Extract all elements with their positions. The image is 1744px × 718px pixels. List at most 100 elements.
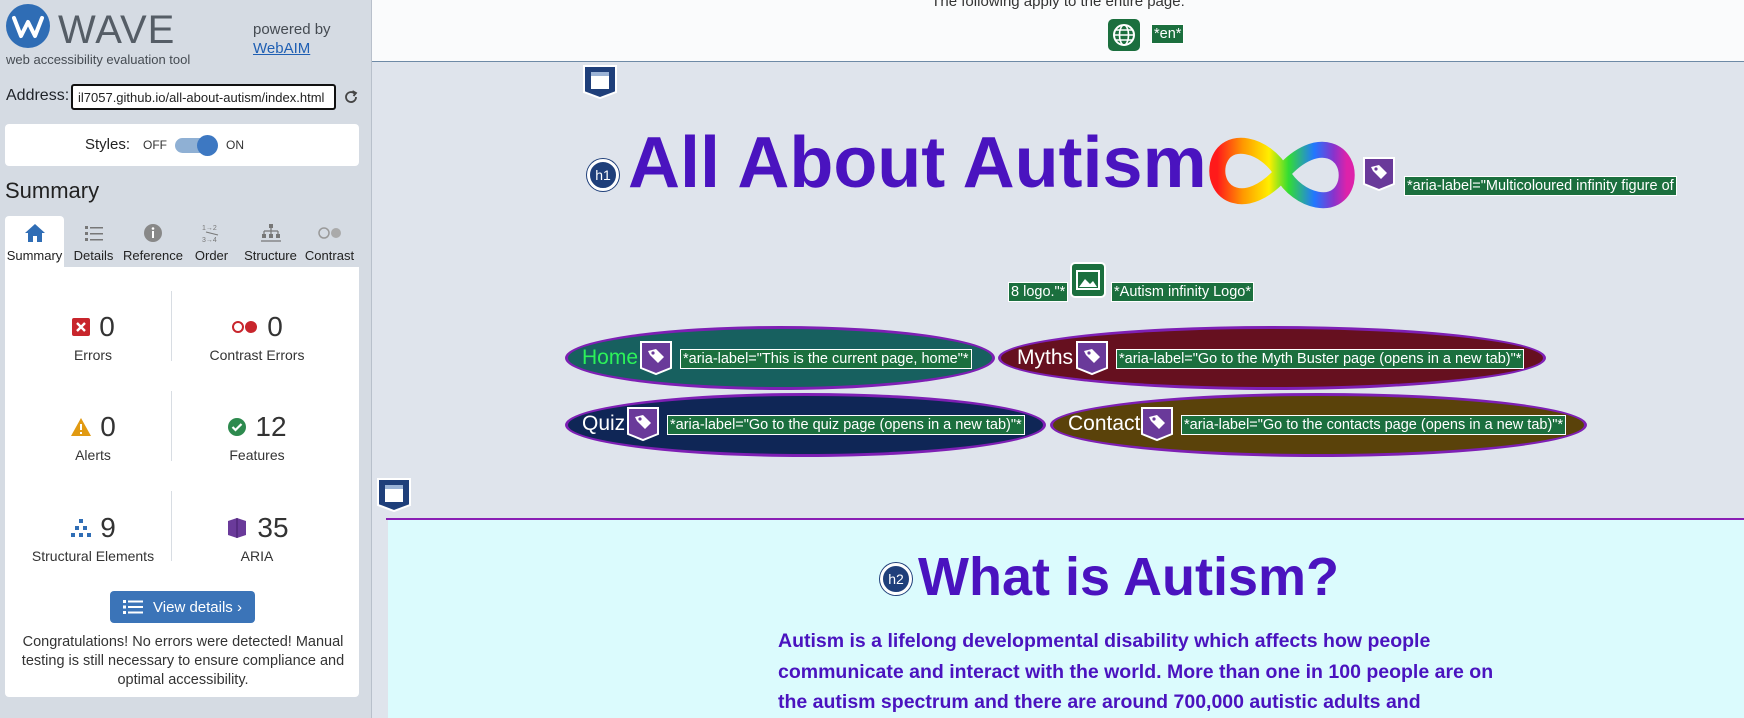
nav-quiz-aria: *aria-label="Go to the quiz page (opens … bbox=[667, 415, 1025, 435]
errors-label: Errors bbox=[73, 347, 113, 363]
svg-text:1→2: 1→2 bbox=[202, 225, 217, 232]
order-icon: 1→2 3→4 bbox=[202, 225, 219, 244]
home-icon bbox=[25, 224, 45, 242]
info-icon bbox=[144, 224, 162, 242]
nav-contact-label[interactable]: Contact bbox=[1068, 412, 1140, 436]
stat-errors[interactable]: 0 Errors bbox=[13, 309, 173, 363]
features-count: 12 bbox=[255, 411, 287, 442]
nav-quiz-label[interactable]: Quiz bbox=[582, 412, 625, 436]
header-region-icon[interactable] bbox=[582, 64, 618, 100]
address-bar: Address: il7057.github.io/all-about-auti… bbox=[6, 84, 366, 110]
nav-home-label[interactable]: Home bbox=[582, 346, 638, 370]
aria-tag-icon[interactable] bbox=[1140, 406, 1174, 442]
styles-toggle-card: Styles: OFF ON bbox=[5, 124, 359, 166]
view-details-label: View details › bbox=[153, 598, 242, 616]
features-label: Features bbox=[229, 447, 285, 463]
powered-by: powered by WebAIM bbox=[253, 20, 331, 58]
wave-tabs: Summary Details Reference 1→2 3→4 Order … bbox=[5, 216, 359, 267]
nav-contact-aria: *aria-label="Go to the contacts page (op… bbox=[1181, 415, 1567, 435]
evaluated-page: The following apply to the entire page: … bbox=[372, 0, 1744, 718]
styles-label: Styles: bbox=[85, 136, 131, 153]
styles-off-label: OFF bbox=[143, 138, 167, 152]
tab-contrast[interactable]: Contrast bbox=[300, 216, 359, 267]
tab-label: Order bbox=[194, 248, 229, 263]
tab-label: Structure bbox=[244, 248, 297, 263]
h1-badge[interactable]: h1 bbox=[587, 159, 619, 191]
svg-text:3→4: 3→4 bbox=[202, 237, 217, 244]
tab-structure[interactable]: Structure bbox=[241, 216, 300, 267]
wave-logo-icon bbox=[6, 4, 50, 48]
webaim-link[interactable]: WebAIM bbox=[253, 39, 331, 58]
feature-check-icon bbox=[228, 418, 247, 436]
infinity-aria-label: *aria-label="Multicoloured infinity figu… bbox=[1404, 176, 1677, 196]
stat-aria[interactable]: 35 ARIA bbox=[177, 510, 337, 564]
infinity-aria-label-cont: 8 logo."* bbox=[1008, 282, 1069, 302]
h2-badge[interactable]: h2 bbox=[880, 563, 912, 595]
tab-details[interactable]: Details bbox=[64, 216, 123, 267]
tab-label: Reference bbox=[123, 248, 183, 263]
tab-order[interactable]: 1→2 3→4 Order bbox=[182, 216, 241, 267]
tab-reference[interactable]: Reference bbox=[123, 216, 183, 267]
wave-sidebar: WAVE web accessibility evaluation tool p… bbox=[0, 0, 372, 718]
list-icon bbox=[85, 226, 103, 241]
tab-label: Summary bbox=[6, 248, 63, 263]
stat-contrast-errors[interactable]: 0 Contrast Errors bbox=[177, 309, 337, 363]
alert-icon bbox=[71, 418, 92, 436]
structure-tree-icon bbox=[71, 519, 92, 537]
aria-count: 35 bbox=[257, 512, 289, 543]
wave-app: WAVE web accessibility evaluation tool p… bbox=[0, 0, 1744, 718]
nav-myths-label[interactable]: Myths bbox=[1017, 346, 1073, 370]
contrast-error-icon bbox=[232, 321, 258, 333]
structure-icon bbox=[261, 224, 281, 242]
stat-alerts[interactable]: 0 Alerts bbox=[13, 409, 173, 463]
aria-label: ARIA bbox=[240, 548, 274, 564]
powered-by-text: powered by bbox=[253, 21, 331, 38]
contrast-errors-count: 0 bbox=[267, 311, 283, 342]
congrats-message: Congratulations! No errors were detected… bbox=[21, 634, 345, 688]
image-alt-icon[interactable] bbox=[1070, 262, 1106, 298]
aria-tag-icon[interactable] bbox=[639, 340, 673, 376]
contrast-errors-label: Contrast Errors bbox=[209, 347, 305, 363]
language-globe-icon[interactable] bbox=[1108, 19, 1140, 51]
list-icon bbox=[123, 600, 144, 614]
contrast-icon bbox=[318, 227, 341, 239]
structural-label: Structural Elements bbox=[31, 548, 155, 564]
errors-count: 0 bbox=[99, 311, 115, 342]
document-level-bar: The following apply to the entire page: … bbox=[372, 0, 1744, 62]
summary-panel: 0 Errors 0 Contrast Errors 0 Alerts 12 F… bbox=[5, 267, 359, 697]
rainbow-infinity-logo bbox=[1209, 137, 1355, 209]
structural-count: 9 bbox=[100, 512, 116, 543]
stat-structural[interactable]: 9 Structural Elements bbox=[13, 510, 173, 564]
stat-features[interactable]: 12 Features bbox=[177, 409, 337, 463]
error-icon bbox=[72, 318, 91, 336]
page-title-h1: All About Autism bbox=[628, 123, 1207, 203]
wave-tagline: web accessibility evaluation tool bbox=[6, 52, 191, 67]
address-input[interactable]: il7057.github.io/all-about-autism/index.… bbox=[71, 84, 336, 110]
document-note: The following apply to the entire page: bbox=[931, 0, 1185, 10]
infinity-alt-text: *Autism infinity Logo* bbox=[1111, 282, 1255, 302]
intro-paragraph: Autism is a lifelong developmental disab… bbox=[778, 630, 1494, 713]
wave-logo[interactable]: WAVE web accessibility evaluation tool p… bbox=[6, 4, 366, 72]
styles-toggle-knob bbox=[197, 135, 218, 156]
aria-tag-icon[interactable] bbox=[1362, 156, 1396, 192]
styles-on-label: ON bbox=[226, 138, 244, 152]
nav-home-aria: *aria-label="This is the current page, h… bbox=[680, 349, 972, 369]
summary-heading: Summary bbox=[5, 178, 100, 203]
main-region-icon[interactable] bbox=[376, 477, 412, 513]
address-label: Address: bbox=[6, 87, 70, 104]
tab-label: Details bbox=[73, 248, 114, 263]
alerts-count: 0 bbox=[100, 411, 116, 442]
reload-icon[interactable] bbox=[342, 88, 360, 106]
view-details-button[interactable]: View details › bbox=[110, 591, 255, 623]
aria-tag-icon[interactable] bbox=[1075, 340, 1109, 376]
styles-toggle[interactable] bbox=[175, 135, 218, 156]
section-heading-h2: What is Autism? bbox=[918, 547, 1340, 607]
tab-summary[interactable]: Summary bbox=[5, 216, 64, 267]
wave-logo-word: WAVE bbox=[58, 8, 176, 52]
language-tag: *en* bbox=[1151, 24, 1185, 44]
alerts-label: Alerts bbox=[75, 447, 111, 463]
nav-myths-aria: *aria-label="Go to the Myth Buster page … bbox=[1116, 349, 1525, 369]
aria-tag-icon[interactable] bbox=[626, 406, 660, 442]
tab-label: Contrast bbox=[304, 248, 355, 263]
aria-cube-icon bbox=[228, 518, 247, 538]
